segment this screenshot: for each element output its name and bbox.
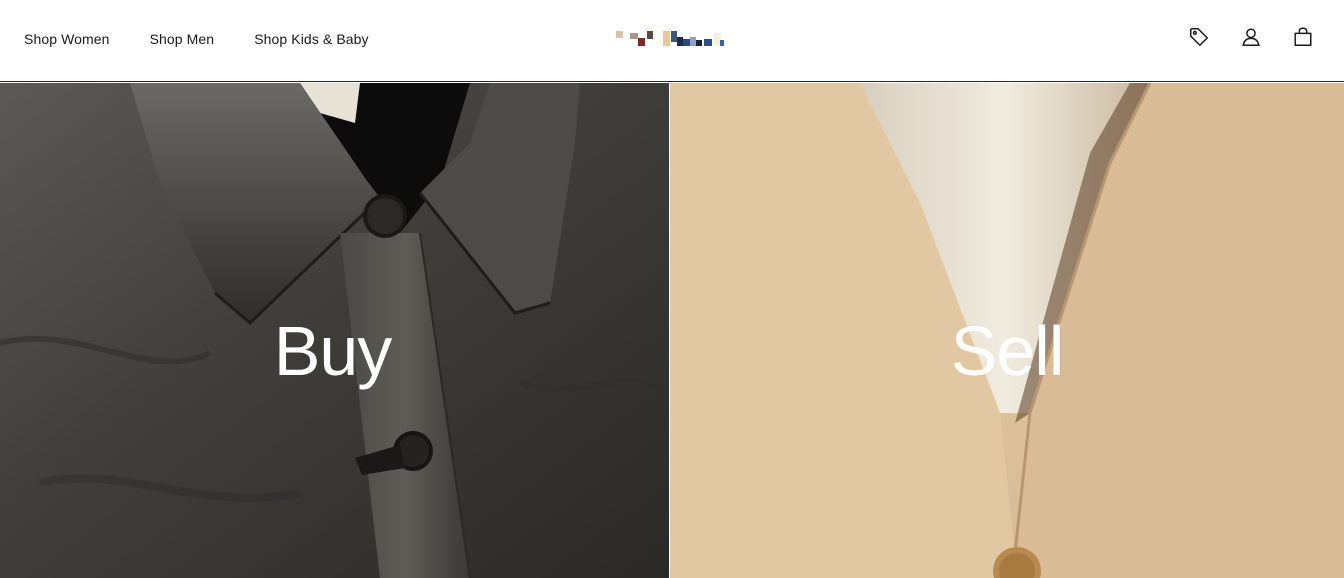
- account-icon: [1242, 28, 1260, 46]
- header-actions: [1186, 24, 1316, 50]
- bag-icon: [1294, 27, 1312, 46]
- nav-shop-kids-baby[interactable]: Shop Kids & Baby: [254, 31, 368, 47]
- nav-shop-women[interactable]: Shop Women: [24, 31, 110, 47]
- brand-logo[interactable]: [614, 28, 732, 50]
- logo-mark-icon: [616, 31, 724, 46]
- main-nav: Shop Women Shop Men Shop Kids & Baby: [24, 31, 369, 47]
- nav-shop-men[interactable]: Shop Men: [150, 31, 215, 47]
- account-button[interactable]: [1238, 24, 1264, 50]
- tag-button[interactable]: [1186, 24, 1212, 50]
- tag-icon: [1190, 28, 1208, 46]
- bag-button[interactable]: [1290, 24, 1316, 50]
- sell-panel[interactable]: Sell: [670, 83, 1344, 578]
- site-header: Shop Women Shop Men Shop Kids & Baby: [0, 0, 1344, 82]
- hero-section: Buy Sell: [0, 83, 1344, 578]
- buy-title[interactable]: Buy: [0, 311, 667, 391]
- sell-title[interactable]: Sell: [670, 311, 1344, 391]
- buy-panel[interactable]: Buy: [0, 83, 669, 578]
